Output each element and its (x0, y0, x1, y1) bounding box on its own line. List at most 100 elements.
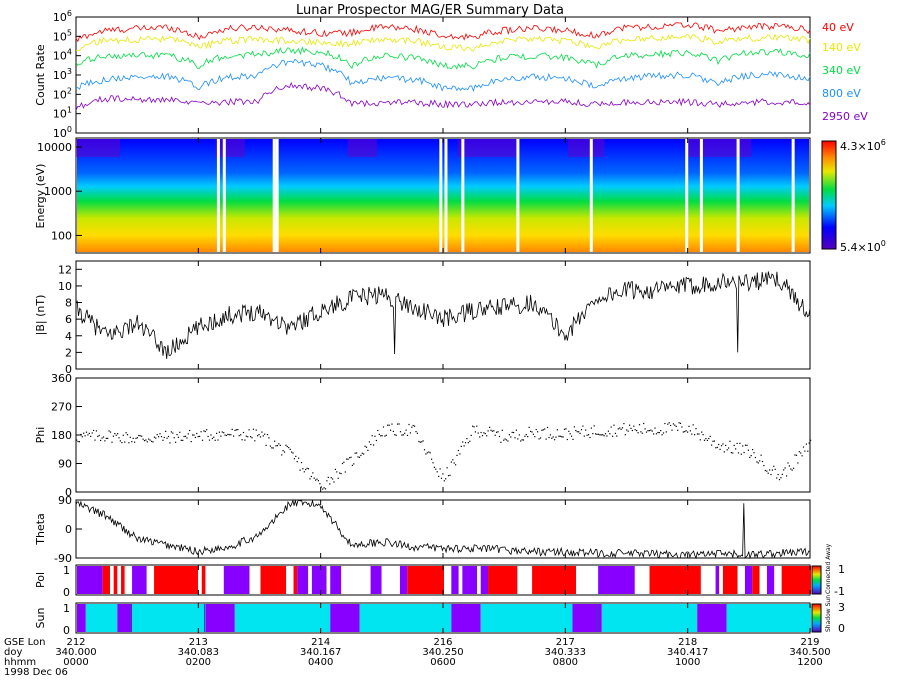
phi-point (224, 434, 226, 436)
phi-point (312, 472, 314, 474)
hhmm-label: 0800 (553, 657, 578, 668)
phi-point (503, 439, 505, 441)
phi-point (513, 431, 515, 434)
phi-point (504, 438, 506, 440)
y-tick-label: 1 (63, 564, 70, 577)
phi-point (233, 435, 235, 437)
phi-point (184, 435, 187, 437)
phi-point (182, 439, 184, 441)
phi-point (414, 425, 416, 427)
phi-point (248, 429, 250, 431)
phi-point (190, 441, 192, 443)
y-axis-labels: Count Rate Energy (eV) |B| (nT) Phi Theta Pol… (34, 44, 47, 628)
spectrogram-gap (272, 139, 276, 252)
phi-point (208, 439, 211, 441)
phi-point (473, 426, 475, 428)
phi-point (661, 434, 663, 436)
y-tick-label: 180 (51, 429, 72, 442)
phi-point (699, 439, 701, 441)
phi-point (604, 433, 607, 435)
phi-point (440, 477, 443, 479)
sun-segment (205, 604, 235, 632)
phi-point (238, 435, 240, 437)
phi-point (544, 428, 546, 430)
phi-point (385, 434, 387, 436)
pol-segment (293, 566, 298, 594)
phi-point (76, 439, 78, 441)
phi-point (251, 437, 253, 439)
hhmm-label: 0000 (63, 657, 88, 668)
phi-point (464, 442, 467, 444)
phi-point (709, 435, 711, 437)
phi-point (309, 478, 311, 480)
phi-point (654, 427, 656, 429)
phi-point (795, 454, 798, 456)
phi-point (579, 432, 581, 434)
phi-point (305, 468, 307, 471)
sun-segment (359, 604, 452, 632)
phi-point (228, 434, 230, 436)
phi-point (84, 435, 86, 437)
colorbar-max-label: 4.3×106 (840, 138, 886, 153)
phi-point (573, 426, 575, 428)
phi-point (371, 435, 373, 437)
phi-point (692, 424, 694, 426)
phi-point (332, 478, 334, 480)
phi-point (489, 426, 491, 428)
pol-segment (634, 566, 650, 594)
phi-scatter: 090180270360 (51, 372, 812, 499)
energy-label: 40 eV (822, 21, 854, 34)
y-tick-label: 10000 (37, 141, 72, 154)
phi-point (596, 433, 598, 435)
phi-point (456, 454, 458, 456)
phi-point (588, 434, 590, 436)
phi-point (95, 430, 97, 432)
phi-point (470, 434, 472, 436)
phi-point (525, 434, 527, 436)
phi-point (439, 468, 441, 470)
phi-point (204, 430, 206, 433)
phi-point (715, 447, 717, 449)
phi-point (244, 439, 246, 441)
phi-point (460, 445, 462, 447)
phi-point (728, 447, 730, 449)
phi-point (363, 453, 365, 455)
pol-segment (722, 566, 738, 594)
sun-strip: 0 1 3 0 Shadow Sun (63, 595, 845, 637)
phi-point (537, 431, 539, 433)
phi-point (477, 432, 479, 434)
phi-point (698, 433, 700, 435)
phi-point (90, 435, 92, 437)
pol-segment (77, 566, 103, 594)
phi-point (647, 430, 649, 432)
phi-point (479, 436, 481, 438)
phi-point (541, 429, 543, 431)
phi-point (105, 437, 107, 439)
phi-point (735, 448, 737, 450)
phi-point (561, 436, 563, 438)
hhmm-label: 1200 (797, 657, 822, 668)
phi-point (234, 429, 236, 431)
phi-point (346, 458, 348, 460)
y-tick-label: 270 (51, 401, 72, 414)
sun-segment (85, 604, 118, 632)
phi-point (703, 439, 706, 441)
panel-frame (75, 16, 811, 134)
spectrogram-gap (222, 139, 226, 252)
phi-point (341, 462, 344, 465)
phi-point (138, 434, 140, 437)
phi-point (684, 431, 686, 433)
y-tick-label: 90 (58, 494, 72, 507)
phi-point (556, 429, 558, 431)
phi-point (672, 423, 674, 425)
phi-point (428, 451, 430, 453)
phi-point (347, 458, 349, 460)
phi-point (583, 435, 585, 437)
phi-point (160, 436, 163, 438)
phi-point (322, 488, 324, 490)
phi-point (307, 468, 310, 470)
pol-segment (462, 566, 478, 594)
phi-point (539, 437, 542, 439)
phi-point (192, 434, 194, 436)
phi-point (773, 465, 775, 467)
